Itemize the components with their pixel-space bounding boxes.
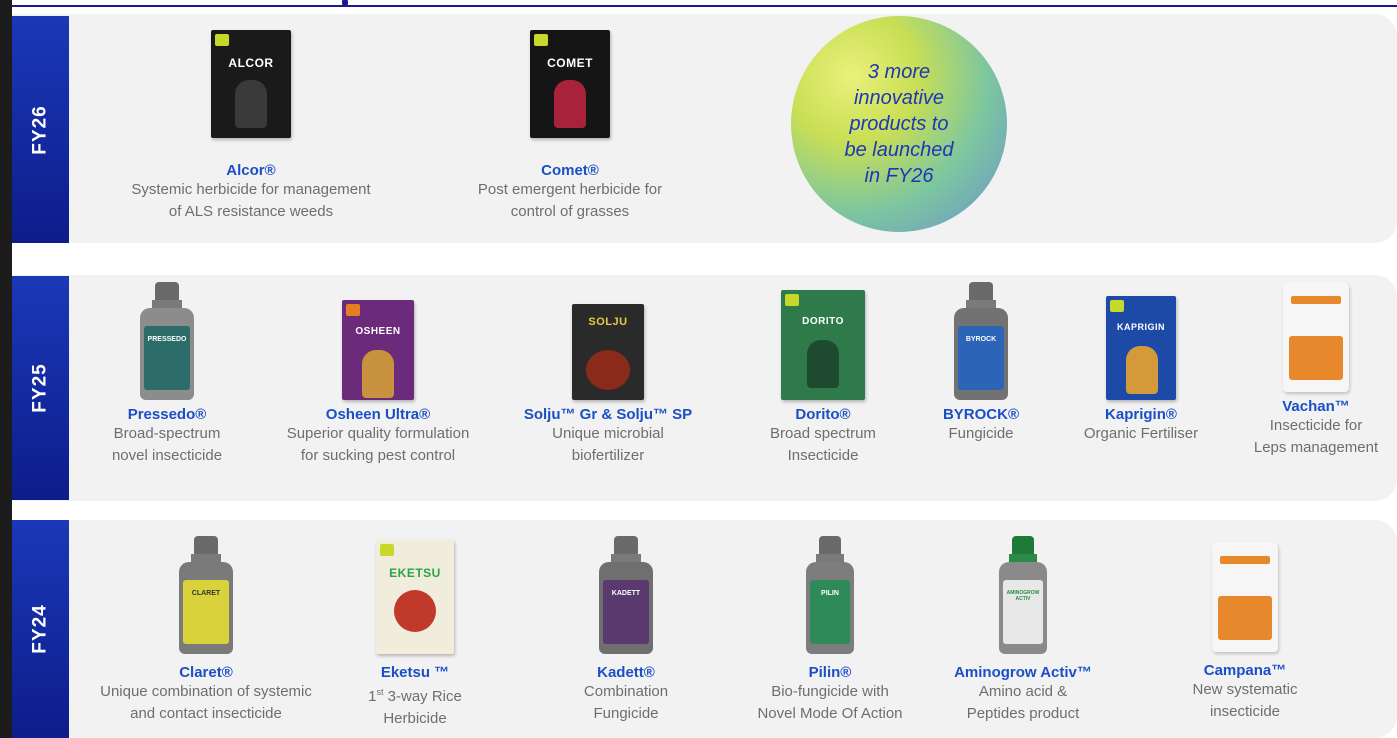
campana-pouch-image: [1212, 542, 1278, 652]
product-name: Claret®: [179, 664, 233, 681]
header-rule-marker: [342, 0, 348, 5]
left-edge-bar: [0, 0, 12, 738]
product-aminogrow-activ[interactable]: AMINOGROW ACTIV Aminogrow Activ™ Amino a…: [948, 536, 1098, 725]
product-desc-line: Systemic herbicide for management: [131, 181, 371, 198]
product-desc-line: insecticide: [1209, 703, 1281, 720]
product-vachan[interactable]: Vachan™ Insecticide for Leps management: [1236, 282, 1396, 459]
kaprigin-pack-image: KAPRIGIN: [1106, 296, 1176, 400]
fy26-launch-callout: 3 more innovative products to be launche…: [791, 16, 1007, 232]
product-name: Eketsu ™: [380, 664, 450, 681]
eketsu-pack-image: EKETSU: [376, 540, 454, 654]
comet-pack-image: COMET: [530, 30, 610, 138]
dorito-pack-image: DORITO: [781, 290, 865, 400]
claret-bottle-image: CLARET: [177, 536, 235, 654]
product-kadett[interactable]: KADETT Kadett® Combination Fungicide: [556, 536, 696, 725]
product-desc-line: Unique combination of systemic: [100, 683, 312, 700]
product-name: Osheen Ultra®: [325, 406, 431, 423]
product-alcor[interactable]: ALCOR Alcor® Systemic herbicide for mana…: [96, 30, 406, 223]
product-campana[interactable]: Campana™ New systematic insecticide: [1170, 536, 1320, 723]
year-label-fy24: FY24: [12, 520, 69, 738]
callout-line: 3 more: [867, 61, 931, 83]
product-desc-line: of ALS resistance weeds: [168, 203, 334, 220]
product-desc-line: novel insecticide: [111, 447, 223, 464]
product-dorito[interactable]: DORITO Dorito® Broad spectrum Insecticid…: [750, 282, 896, 467]
product-pilin[interactable]: PILIN Pilin® Bio-fungicide with Novel Mo…: [730, 536, 930, 725]
byrock-bottle-image: BYROCK: [952, 282, 1010, 400]
header-rule: [0, 5, 1397, 7]
product-desc-line: Novel Mode Of Action: [757, 705, 903, 722]
aminogrow-bottle-image: AMINOGROW ACTIV: [998, 536, 1048, 654]
solju-pack-image: SOLJU: [572, 304, 644, 400]
product-name: Pilin®: [808, 664, 852, 681]
product-name: Kaprigin®: [1105, 406, 1177, 423]
product-byrock[interactable]: BYROCK BYROCK® Fungicide: [926, 282, 1036, 445]
product-kaprigin[interactable]: KAPRIGIN Kaprigin® Organic Fertiliser: [1066, 282, 1216, 445]
product-desc-line: control of grasses: [510, 203, 630, 220]
product-desc-line: Unique microbial: [552, 425, 664, 442]
product-desc-line: Superior quality formulation: [286, 425, 470, 442]
product-desc-line: Insecticide: [787, 447, 859, 464]
product-desc-line: and contact insecticide: [130, 705, 282, 722]
product-desc-line: Insecticide for: [1269, 417, 1363, 434]
year-text: FY24: [29, 604, 51, 654]
product-desc-line: Amino acid &: [978, 683, 1068, 700]
product-desc-line: Combination: [583, 683, 669, 700]
alcor-pack-image: ALCOR: [211, 30, 291, 138]
callout-line: products to: [849, 113, 949, 135]
product-solju[interactable]: SOLJU Solju™ Gr & Solju™ SP Unique micro…: [508, 282, 708, 467]
product-desc-line: Fungicide: [593, 705, 659, 722]
product-desc-line: 1st 3-way Rice: [368, 687, 462, 705]
year-label-fy25: FY25: [12, 276, 69, 500]
osheen-pack-image: OSHEEN: [342, 300, 414, 400]
product-name: Kadett®: [597, 664, 655, 681]
product-desc-line: Post emergent herbicide for: [477, 181, 663, 198]
product-name: Alcor®: [226, 162, 276, 179]
product-name: Aminogrow Activ™: [954, 664, 1092, 681]
product-comet[interactable]: COMET Comet® Post emergent herbicide for…: [450, 30, 690, 223]
product-claret[interactable]: CLARET Claret® Unique combination of sys…: [70, 536, 342, 725]
product-desc-line: biofertilizer: [571, 447, 645, 464]
product-name: Solju™ Gr & Solju™ SP: [523, 406, 693, 423]
pressedo-bottle-image: PRESSEDO: [138, 282, 196, 400]
product-name: Comet®: [541, 162, 599, 179]
product-pressedo[interactable]: PRESSEDO Pressedo® Broad-spectrum novel …: [92, 282, 242, 467]
product-name: Dorito®: [795, 406, 851, 423]
product-desc-line: Bio-fungicide with: [771, 683, 889, 700]
product-desc-line: Broad spectrum: [770, 425, 876, 442]
product-eketsu[interactable]: EKETSU Eketsu ™ 1st 3-way Rice Herbicide: [350, 536, 480, 730]
product-desc-line: Fungicide: [948, 425, 1014, 442]
year-text: FY26: [29, 104, 51, 155]
product-desc-line: Broad-spectrum: [113, 425, 221, 442]
callout-line: be launched: [844, 139, 954, 161]
product-name: BYROCK®: [942, 406, 1020, 423]
vachan-pouch-image: [1283, 282, 1349, 392]
product-desc-line: New systematic: [1192, 681, 1298, 698]
product-osheen-ultra[interactable]: OSHEEN Osheen Ultra® Superior quality fo…: [258, 282, 498, 467]
product-desc-line: Leps management: [1253, 439, 1379, 456]
product-desc-line: Peptides product: [966, 705, 1080, 722]
product-desc-line: Organic Fertiliser: [1083, 425, 1199, 442]
year-label-fy26: FY26: [12, 16, 69, 243]
year-text: FY25: [29, 363, 51, 413]
product-name: Vachan™: [1282, 398, 1350, 415]
callout-line: in FY26: [864, 165, 934, 187]
pilin-bottle-image: PILIN: [805, 536, 855, 654]
product-name: Campana™: [1203, 662, 1287, 679]
product-name: Pressedo®: [127, 406, 207, 423]
kadett-bottle-image: KADETT: [597, 536, 655, 654]
callout-line: innovative: [853, 87, 945, 109]
product-desc-line: for sucking pest control: [300, 447, 456, 464]
product-desc-line: Herbicide: [383, 710, 447, 727]
